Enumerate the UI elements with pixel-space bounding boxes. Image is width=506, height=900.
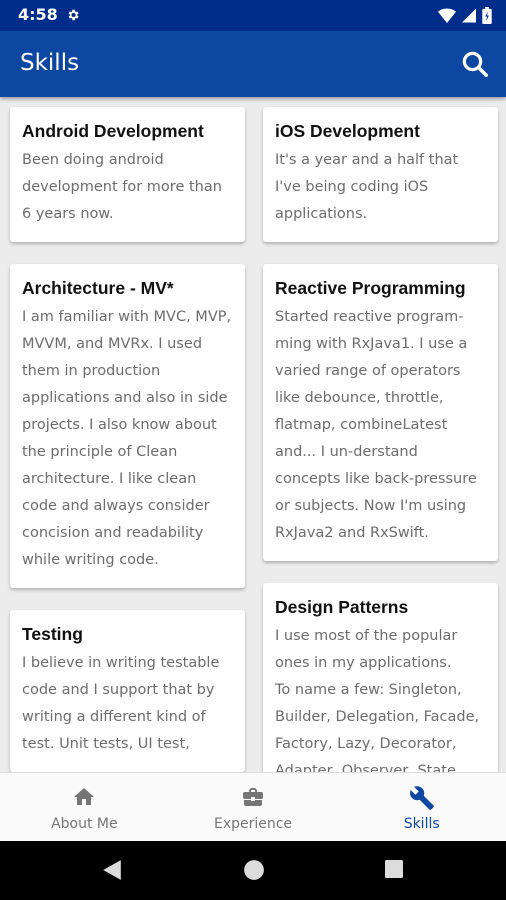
skills-grid[interactable]: Android Development Been doing android d… bbox=[0, 97, 506, 772]
settings-gear-icon bbox=[68, 9, 79, 21]
skill-card-architecture[interactable]: Architecture - MV* I am familiar with MV… bbox=[10, 264, 245, 588]
skill-card-title: Reactive Programming bbox=[275, 278, 466, 298]
skill-card-android[interactable]: Android Development Been doing android d… bbox=[10, 107, 245, 242]
skill-card-body: Been doing android development for more … bbox=[22, 152, 222, 222]
skill-card-reactive[interactable]: Reactive Programming Started reactive pr… bbox=[263, 264, 498, 561]
skill-card-title: iOS Development bbox=[275, 121, 420, 141]
wrench-icon bbox=[409, 786, 434, 810]
skill-card-title: Architecture - MV* bbox=[22, 278, 174, 298]
app-bar: Skills bbox=[0, 31, 506, 97]
recents-icon[interactable] bbox=[384, 859, 404, 879]
system-navigation-bar bbox=[0, 841, 506, 900]
nav-label: Skills bbox=[403, 816, 440, 832]
nav-item-about-me[interactable]: About Me bbox=[0, 773, 169, 842]
skill-card-body: I use most of the popular ones in my app… bbox=[275, 628, 480, 772]
skill-card-design-patterns[interactable]: Design Patterns I use most of the popula… bbox=[263, 583, 498, 772]
home-button-icon[interactable] bbox=[243, 859, 265, 881]
back-icon[interactable] bbox=[101, 859, 123, 881]
skill-card-testing[interactable]: Testing I believe in writing testable co… bbox=[10, 610, 245, 772]
skill-card-body: I believe in writing testable code and I… bbox=[22, 655, 220, 752]
skill-card-body: It's a year and a half that I've being c… bbox=[275, 152, 459, 222]
skills-column-left: Android Development Been doing android d… bbox=[10, 107, 245, 772]
skill-card-title: Testing bbox=[22, 624, 83, 644]
page-title: Skills bbox=[20, 50, 80, 76]
nav-item-experience[interactable]: Experience bbox=[169, 773, 338, 842]
status-bar: 4:58 bbox=[0, 0, 506, 31]
cell-signal-icon bbox=[462, 8, 476, 23]
status-time: 4:58 bbox=[18, 5, 58, 24]
briefcase-icon bbox=[243, 788, 263, 806]
skill-card-title: Design Patterns bbox=[275, 597, 409, 617]
nav-label: About Me bbox=[51, 816, 118, 832]
bottom-navigation: About Me Experience Skills bbox=[0, 772, 506, 842]
nav-label: Experience bbox=[213, 816, 293, 832]
nav-item-skills[interactable]: Skills bbox=[337, 773, 506, 842]
search-icon[interactable] bbox=[460, 49, 490, 79]
home-icon bbox=[74, 788, 95, 805]
skill-card-body: I am familiar with MVC, MVP, MVVM, and M… bbox=[22, 309, 232, 568]
skill-card-body: Started reactive program-ming with RxJav… bbox=[275, 309, 477, 541]
wifi-icon bbox=[438, 8, 456, 23]
battery-icon bbox=[482, 7, 492, 24]
skill-card-ios[interactable]: iOS Development It's a year and a half t… bbox=[263, 107, 498, 242]
skill-card-title: Android Development bbox=[22, 121, 204, 141]
skills-column-right: iOS Development It's a year and a half t… bbox=[263, 107, 498, 772]
